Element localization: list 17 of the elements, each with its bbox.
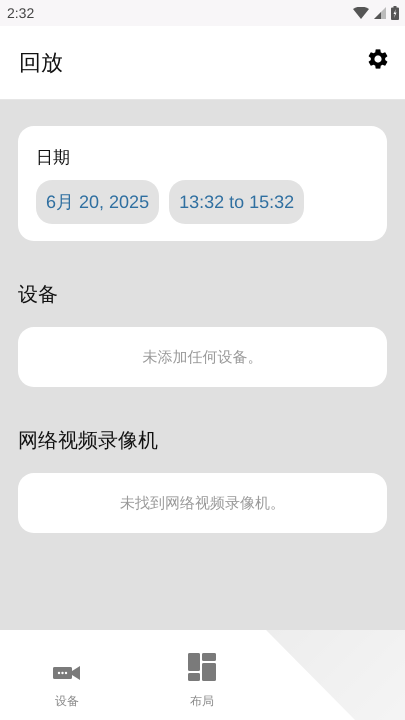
video-camera-icon	[53, 665, 81, 681]
date-chip[interactable]: 6月 20, 2025	[36, 180, 160, 224]
nav-tab[interactable]: 设备	[17, 630, 117, 710]
layout-icon	[188, 653, 216, 681]
page-title: 回放	[19, 50, 63, 78]
time-range-chip[interactable]: 13:32 to 15:32	[169, 180, 304, 224]
battery-icon	[391, 6, 399, 20]
date-label: 日期	[36, 147, 71, 169]
wifi-icon	[353, 7, 369, 19]
status-time: 2:32	[7, 5, 34, 21]
settings-icon[interactable]	[366, 46, 390, 70]
nav-tab[interactable]: 布局	[152, 630, 252, 710]
section-title: 设备	[18, 281, 59, 308]
section-title: 网络视频录像机	[18, 427, 159, 454]
signal-icon	[374, 7, 386, 19]
empty-message: 未添加任何设备。	[142, 348, 262, 366]
empty-message: 未找到网络视频录像机。	[120, 494, 285, 512]
